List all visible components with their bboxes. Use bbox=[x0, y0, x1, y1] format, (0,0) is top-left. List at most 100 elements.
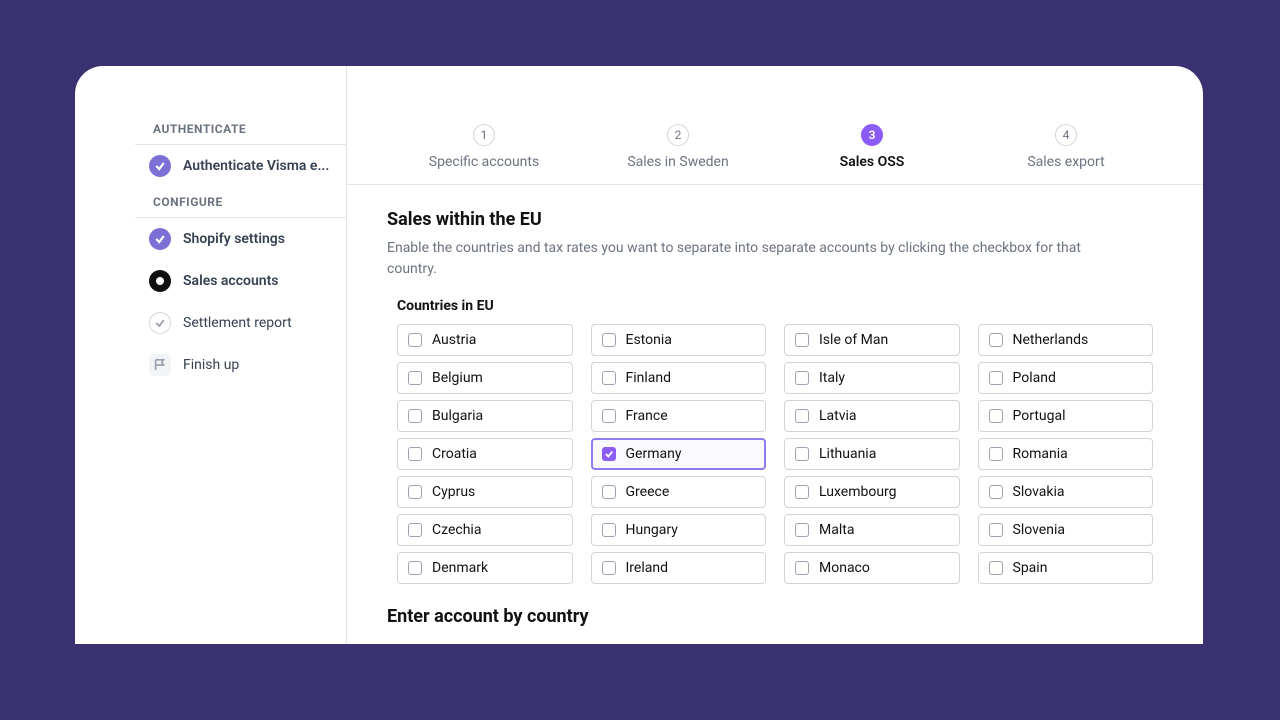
checkbox-icon bbox=[795, 561, 809, 575]
country-label: Bulgaria bbox=[432, 408, 483, 424]
step-label: Specific accounts bbox=[429, 154, 539, 170]
sidebar-item-label: Shopify settings bbox=[183, 231, 285, 247]
country-option-romania[interactable]: Romania bbox=[978, 438, 1154, 470]
step-number: 1 bbox=[473, 124, 495, 146]
country-label: Belgium bbox=[432, 370, 483, 386]
checkbox-icon bbox=[408, 485, 422, 499]
country-option-finland[interactable]: Finland bbox=[591, 362, 767, 394]
country-label: Spain bbox=[1013, 560, 1048, 576]
step-label: Sales OSS bbox=[840, 154, 905, 170]
country-option-france[interactable]: France bbox=[591, 400, 767, 432]
country-label: Hungary bbox=[626, 522, 678, 538]
country-option-monaco[interactable]: Monaco bbox=[784, 552, 960, 584]
check-icon bbox=[149, 228, 171, 250]
checkbox-icon bbox=[989, 485, 1003, 499]
sidebar-section-configure: CONFIGURE bbox=[135, 187, 346, 217]
country-option-isle-of-man[interactable]: Isle of Man bbox=[784, 324, 960, 356]
section-title-enter-account: Enter account by country bbox=[387, 606, 1163, 627]
checkbox-icon bbox=[989, 409, 1003, 423]
sidebar-item-sales-accounts[interactable]: Sales accounts bbox=[135, 260, 346, 302]
country-option-slovenia[interactable]: Slovenia bbox=[978, 514, 1154, 546]
countries-subtitle: Countries in EU bbox=[397, 298, 1163, 314]
country-option-croatia[interactable]: Croatia bbox=[397, 438, 573, 470]
checkbox-icon bbox=[989, 523, 1003, 537]
countries-grid: Austria Belgium Bulgaria Croatia Cyprus Czech… bbox=[397, 324, 1153, 584]
sidebar-item-finish-up[interactable]: Finish up bbox=[135, 344, 346, 386]
checkbox-icon bbox=[602, 409, 616, 423]
country-label: Croatia bbox=[432, 446, 477, 462]
country-option-netherlands[interactable]: Netherlands bbox=[978, 324, 1154, 356]
country-option-spain[interactable]: Spain bbox=[978, 552, 1154, 584]
country-label: Slovenia bbox=[1013, 522, 1065, 538]
country-label: Malta bbox=[819, 522, 854, 538]
step-number: 3 bbox=[861, 124, 883, 146]
country-option-denmark[interactable]: Denmark bbox=[397, 552, 573, 584]
checkbox-icon bbox=[989, 333, 1003, 347]
checkbox-icon bbox=[408, 333, 422, 347]
country-option-germany[interactable]: Germany bbox=[591, 438, 767, 470]
country-option-poland[interactable]: Poland bbox=[978, 362, 1154, 394]
sidebar-item-label: Settlement report bbox=[183, 315, 292, 331]
step-label: Sales in Sweden bbox=[627, 154, 728, 170]
country-label: Cyprus bbox=[432, 484, 475, 500]
checkbox-icon bbox=[795, 371, 809, 385]
sidebar-section-authenticate: AUTHENTICATE bbox=[135, 114, 346, 144]
country-option-malta[interactable]: Malta bbox=[784, 514, 960, 546]
country-label: Estonia bbox=[626, 332, 672, 348]
current-step-icon bbox=[149, 270, 171, 292]
checkbox-icon bbox=[795, 523, 809, 537]
checkbox-icon bbox=[795, 447, 809, 461]
country-option-czechia[interactable]: Czechia bbox=[397, 514, 573, 546]
country-option-belgium[interactable]: Belgium bbox=[397, 362, 573, 394]
step-number: 4 bbox=[1055, 124, 1077, 146]
country-option-greece[interactable]: Greece bbox=[591, 476, 767, 508]
country-option-slovakia[interactable]: Slovakia bbox=[978, 476, 1154, 508]
country-label: Monaco bbox=[819, 560, 870, 576]
step-label: Sales export bbox=[1027, 154, 1104, 170]
country-label: Latvia bbox=[819, 408, 857, 424]
step-specific-accounts[interactable]: 1 Specific accounts bbox=[387, 124, 581, 170]
checkbox-icon bbox=[408, 371, 422, 385]
step-number: 2 bbox=[667, 124, 689, 146]
country-option-luxembourg[interactable]: Luxembourg bbox=[784, 476, 960, 508]
country-label: Ireland bbox=[626, 560, 669, 576]
checkbox-icon bbox=[795, 409, 809, 423]
country-option-portugal[interactable]: Portugal bbox=[978, 400, 1154, 432]
section-description: Enable the countries and tax rates you w… bbox=[387, 238, 1087, 280]
country-option-estonia[interactable]: Estonia bbox=[591, 324, 767, 356]
sidebar-item-settlement-report[interactable]: Settlement report bbox=[135, 302, 346, 344]
country-option-austria[interactable]: Austria bbox=[397, 324, 573, 356]
sidebar-item-label: Finish up bbox=[183, 357, 239, 373]
country-option-cyprus[interactable]: Cyprus bbox=[397, 476, 573, 508]
country-label: Finland bbox=[626, 370, 672, 386]
country-option-lithuania[interactable]: Lithuania bbox=[784, 438, 960, 470]
country-label: Germany bbox=[626, 446, 682, 462]
sidebar-item-authenticate-visma[interactable]: Authenticate Visma e... bbox=[135, 145, 346, 187]
country-option-hungary[interactable]: Hungary bbox=[591, 514, 767, 546]
checkbox-icon bbox=[408, 409, 422, 423]
checkbox-icon bbox=[602, 485, 616, 499]
section-title: Sales within the EU bbox=[387, 209, 1163, 230]
country-option-latvia[interactable]: Latvia bbox=[784, 400, 960, 432]
stepper: 1 Specific accounts 2 Sales in Sweden 3 … bbox=[347, 106, 1203, 185]
step-sales-export[interactable]: 4 Sales export bbox=[969, 124, 1163, 170]
country-option-bulgaria[interactable]: Bulgaria bbox=[397, 400, 573, 432]
checkbox-icon bbox=[408, 523, 422, 537]
main-panel: 1 Specific accounts 2 Sales in Sweden 3 … bbox=[347, 66, 1203, 644]
country-label: Czechia bbox=[432, 522, 481, 538]
step-sales-in-sweden[interactable]: 2 Sales in Sweden bbox=[581, 124, 775, 170]
country-label: Italy bbox=[819, 370, 845, 386]
country-label: Greece bbox=[626, 484, 670, 500]
flag-icon bbox=[149, 354, 171, 376]
country-option-ireland[interactable]: Ireland bbox=[591, 552, 767, 584]
country-option-italy[interactable]: Italy bbox=[784, 362, 960, 394]
country-label: France bbox=[626, 408, 668, 424]
country-label: Austria bbox=[432, 332, 476, 348]
country-label: Poland bbox=[1013, 370, 1056, 386]
checkbox-icon bbox=[602, 371, 616, 385]
checkbox-icon bbox=[602, 523, 616, 537]
country-label: Luxembourg bbox=[819, 484, 897, 500]
sidebar-item-shopify-settings[interactable]: Shopify settings bbox=[135, 218, 346, 260]
step-sales-oss[interactable]: 3 Sales OSS bbox=[775, 124, 969, 170]
check-icon bbox=[149, 155, 171, 177]
